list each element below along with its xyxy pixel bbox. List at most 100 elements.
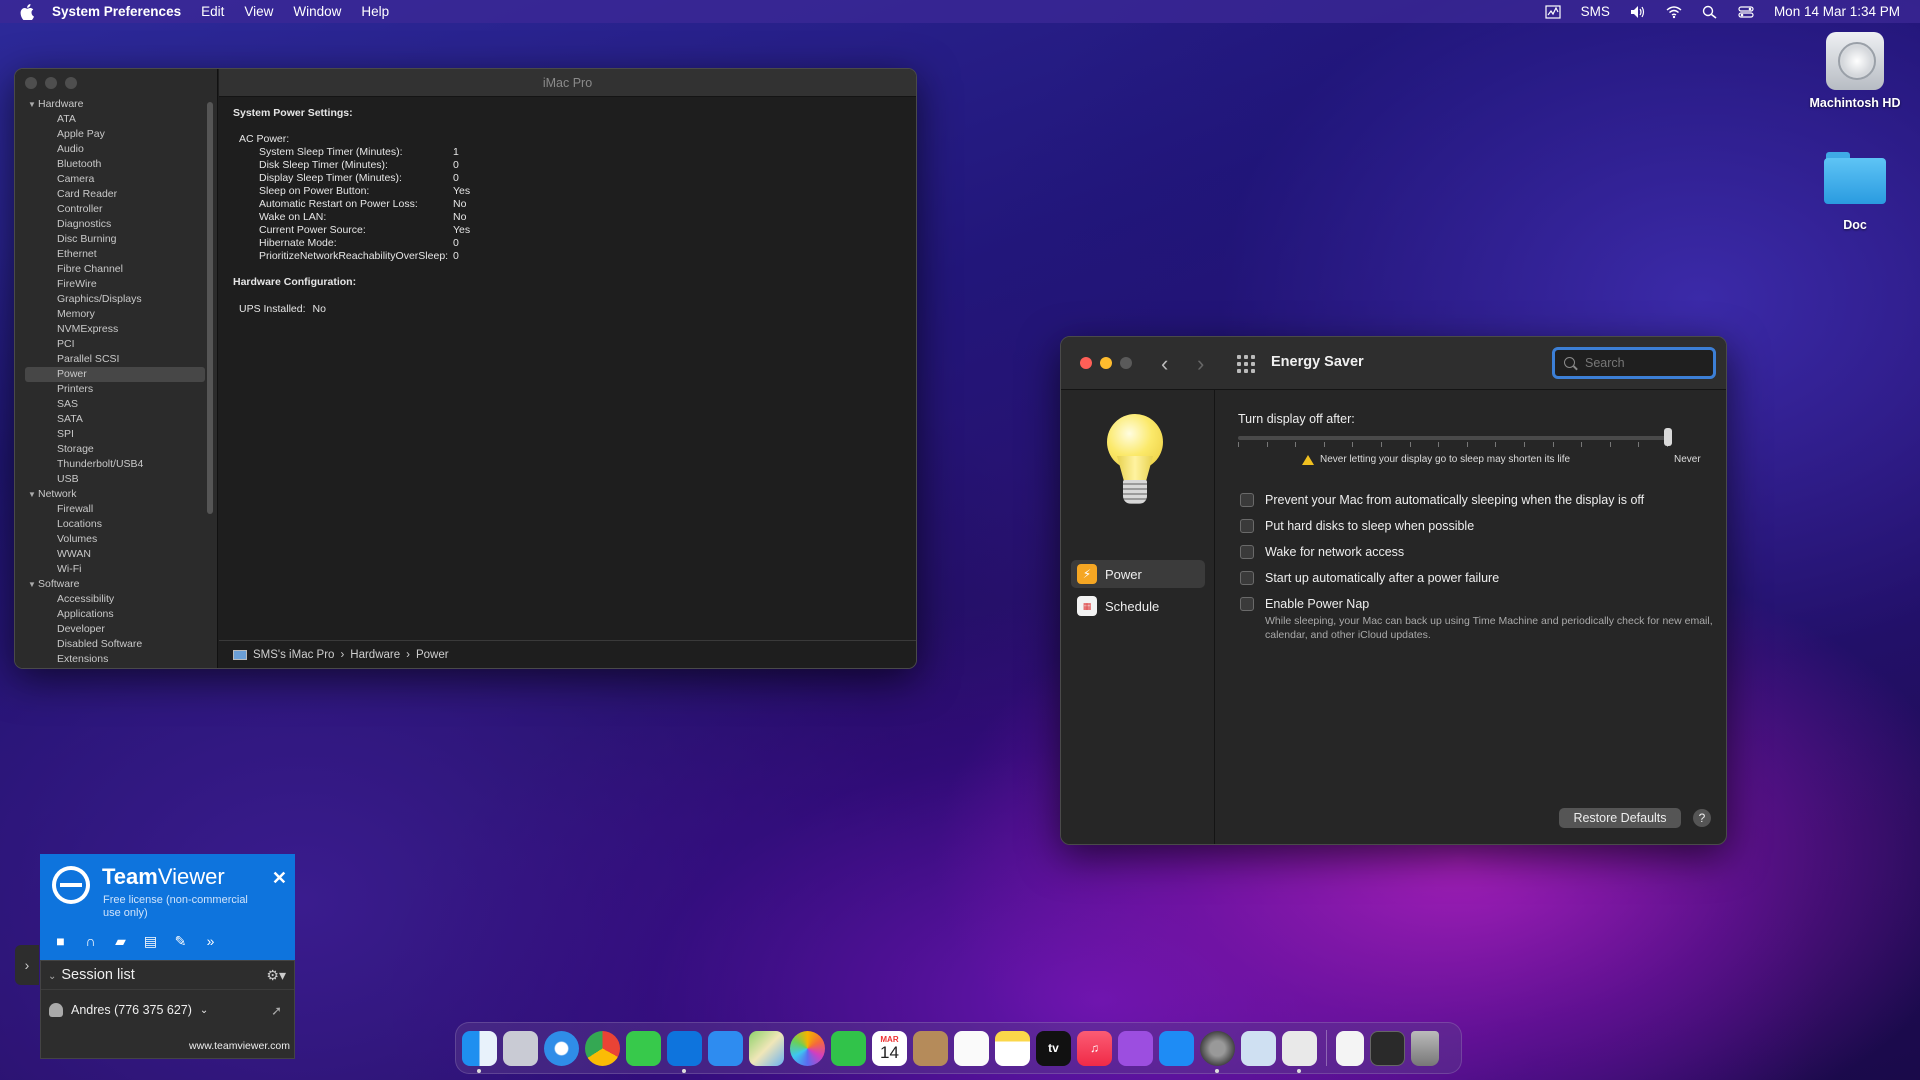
calendar-icon[interactable]: MAR 14: [872, 1030, 907, 1066]
tree-item[interactable]: SPI: [15, 427, 211, 442]
system-preferences-icon[interactable]: [1200, 1030, 1235, 1073]
music-icon[interactable]: ♫: [1077, 1030, 1112, 1066]
back-icon[interactable]: ‹: [1161, 351, 1168, 377]
finder-icon[interactable]: [462, 1030, 497, 1073]
headset-icon[interactable]: ∩: [82, 934, 99, 949]
search-input[interactable]: Search: [1552, 347, 1716, 379]
launchpad-icon[interactable]: [503, 1030, 538, 1066]
tree-item[interactable]: Accessibility: [15, 592, 211, 607]
tree-group-hardware[interactable]: ▼ Hardware: [15, 97, 211, 112]
volume-icon[interactable]: [1630, 5, 1646, 19]
sidebar-item-power[interactable]: ⚡ Power: [1071, 560, 1205, 588]
tree-item[interactable]: Memory: [15, 307, 211, 322]
control-center-icon[interactable]: [1738, 5, 1754, 19]
tree-item[interactable]: Printers: [15, 382, 211, 397]
menubar-user[interactable]: SMS: [1581, 4, 1610, 19]
show-all-grid-icon[interactable]: [1237, 355, 1255, 373]
restore-defaults-button[interactable]: Restore Defaults: [1559, 808, 1681, 828]
tree-item[interactable]: PCI: [15, 337, 211, 352]
maps-icon[interactable]: [749, 1030, 784, 1066]
breadcrumb-item[interactable]: Hardware: [350, 641, 400, 669]
zoom-button[interactable]: [1120, 357, 1132, 369]
tree-item[interactable]: Fibre Channel: [15, 262, 211, 277]
tree-item[interactable]: Applications: [15, 607, 211, 622]
tree-item[interactable]: Developer: [15, 622, 211, 637]
tree-item-selected[interactable]: Power: [25, 367, 205, 382]
tree-item[interactable]: Card Reader: [15, 187, 211, 202]
tree-item[interactable]: Disc Burning: [15, 232, 211, 247]
tree-item[interactable]: Ethernet: [15, 247, 211, 262]
desktop-icon-doc[interactable]: Doc: [1800, 152, 1910, 232]
slider-knob[interactable]: [1664, 428, 1672, 446]
tree-item[interactable]: Wi-Fi: [15, 562, 211, 577]
printer-icon[interactable]: [1282, 1030, 1317, 1073]
tree-item[interactable]: Graphics/Displays: [15, 292, 211, 307]
mail-icon[interactable]: [708, 1030, 743, 1066]
display-sleep-slider[interactable]: [1238, 436, 1668, 440]
menubar-clock[interactable]: Mon 14 Mar 1:34 PM: [1774, 4, 1900, 19]
pointer-icon[interactable]: ➚: [271, 1003, 282, 1019]
podcasts-icon[interactable]: [1118, 1030, 1153, 1066]
tree-item[interactable]: Apple Pay: [15, 127, 211, 142]
tree-item[interactable]: SAS: [15, 397, 211, 412]
screen-icon[interactable]: [1370, 1030, 1405, 1066]
tree-item[interactable]: NVMExpress: [15, 322, 211, 337]
trash-icon[interactable]: [1411, 1030, 1439, 1066]
forward-icon[interactable]: ›: [1197, 351, 1204, 377]
tree-item[interactable]: Volumes: [15, 532, 211, 547]
tree-item[interactable]: Extensions: [15, 652, 211, 667]
safari-icon[interactable]: [544, 1030, 579, 1066]
remote-control-icon[interactable]: ✎: [172, 934, 189, 949]
appletv-icon[interactable]: tv: [1036, 1030, 1071, 1066]
tree-group-software[interactable]: ▼ Software: [15, 577, 211, 592]
tree-item[interactable]: Locations: [15, 517, 211, 532]
menu-view[interactable]: View: [244, 4, 273, 19]
messages-icon[interactable]: [626, 1030, 661, 1066]
photos-icon[interactable]: [790, 1030, 825, 1066]
menu-edit[interactable]: Edit: [201, 4, 224, 19]
contacts-icon[interactable]: [913, 1030, 948, 1066]
tree-item[interactable]: ATA: [15, 112, 211, 127]
option-wake-network[interactable]: Wake for network access: [1240, 545, 1404, 559]
video-icon[interactable]: ■: [52, 934, 69, 949]
checkbox[interactable]: [1240, 571, 1254, 585]
close-button[interactable]: [25, 77, 37, 89]
tree-item[interactable]: Storage: [15, 442, 211, 457]
tree-item[interactable]: Bluetooth: [15, 157, 211, 172]
desktop-icon-macintosh-hd[interactable]: Machintosh HD: [1800, 32, 1910, 110]
tree-item[interactable]: WWAN: [15, 547, 211, 562]
more-icon[interactable]: »: [202, 934, 219, 949]
spotlight-search-icon[interactable]: [1702, 5, 1718, 19]
notes-icon[interactable]: [995, 1030, 1030, 1066]
menu-app-name[interactable]: System Preferences: [52, 4, 181, 19]
appstore-icon[interactable]: [1159, 1030, 1194, 1066]
activity-monitor-icon[interactable]: [1545, 4, 1561, 19]
tree-item[interactable]: FireWire: [15, 277, 211, 292]
checkbox[interactable]: [1240, 597, 1254, 611]
option-prevent-sleep[interactable]: Prevent your Mac from automatically slee…: [1240, 493, 1644, 507]
minimize-button[interactable]: [1100, 357, 1112, 369]
teamviewer-collapse-handle[interactable]: ›: [15, 945, 39, 985]
tree-item[interactable]: USB: [15, 472, 211, 487]
tree-item[interactable]: Controller: [15, 202, 211, 217]
reminders-icon[interactable]: [954, 1030, 989, 1066]
file-transfer-icon[interactable]: ▤: [142, 934, 159, 949]
menu-window[interactable]: Window: [293, 4, 341, 19]
close-icon[interactable]: ✕: [272, 868, 287, 889]
tree-item[interactable]: Camera: [15, 172, 211, 187]
sidebar-scrollbar[interactable]: [207, 102, 213, 514]
help-button[interactable]: ?: [1693, 809, 1711, 827]
tree-group-network[interactable]: ▼ Network: [15, 487, 211, 502]
tree-item[interactable]: SATA: [15, 412, 211, 427]
option-power-nap[interactable]: Enable Power Nap: [1240, 597, 1369, 611]
document-icon[interactable]: [1336, 1030, 1364, 1066]
tree-item[interactable]: Audio: [15, 142, 211, 157]
tree-item[interactable]: Thunderbolt/USB4: [15, 457, 211, 472]
tree-item[interactable]: Diagnostics: [15, 217, 211, 232]
session-user[interactable]: Andres (776 375 627) ⌄: [49, 1003, 208, 1017]
minimize-button[interactable]: [45, 77, 57, 89]
facetime-icon[interactable]: [831, 1030, 866, 1066]
chat-icon[interactable]: ▰: [112, 934, 129, 949]
checkbox[interactable]: [1240, 545, 1254, 559]
preview-icon[interactable]: [1241, 1030, 1276, 1066]
